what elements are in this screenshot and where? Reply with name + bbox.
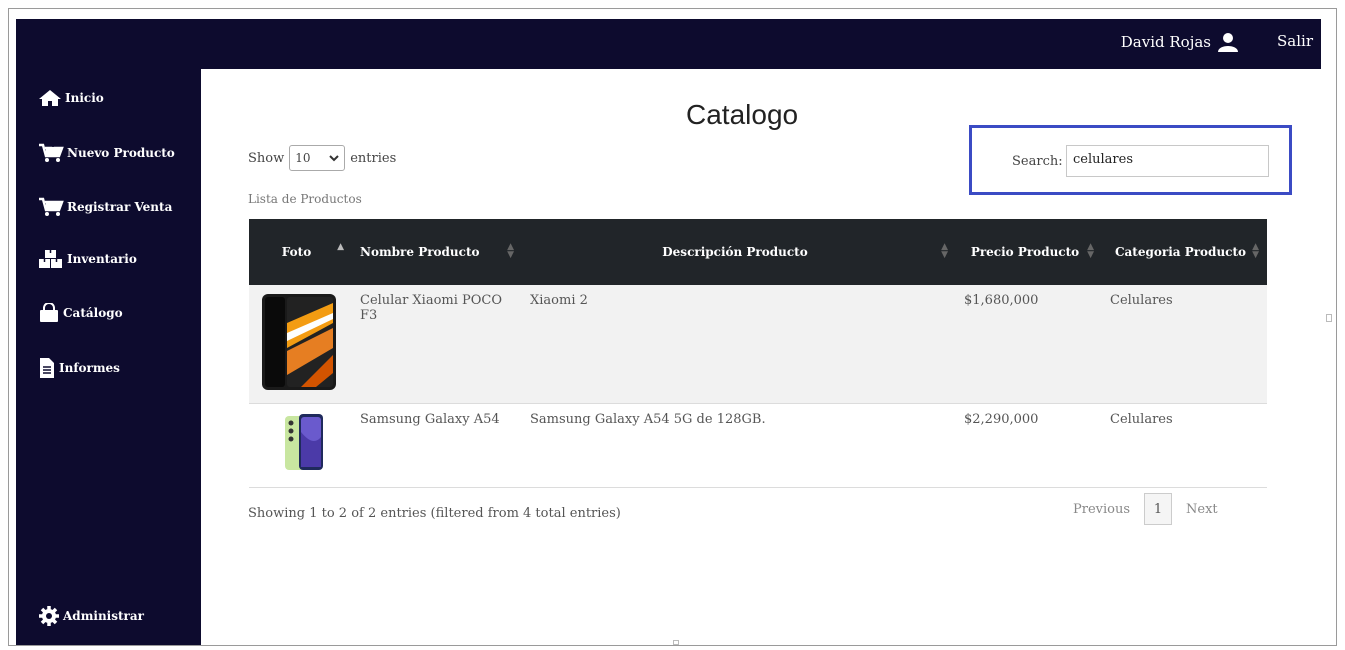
column-header-precio[interactable]: Precio Producto ▲ ▼ xyxy=(956,219,1102,285)
sidebar-item-label: Registrar Venta xyxy=(67,200,173,214)
sidebar-item-informes[interactable]: Informes xyxy=(38,357,120,379)
sidebar-item-label: Inicio xyxy=(65,91,104,105)
file-icon xyxy=(40,358,54,378)
sidebar-item-registrar-venta[interactable]: Registrar Venta xyxy=(38,197,172,217)
sort-icon: ▲ ▼ xyxy=(941,242,948,260)
logout-link[interactable]: Salir xyxy=(1277,32,1313,50)
sidebar-item-label: Informes xyxy=(59,361,120,375)
user-menu[interactable]: David Rojas xyxy=(1121,32,1239,52)
sidebar-item-inventario[interactable]: Inventario xyxy=(38,249,137,269)
main-content: Catalogo Show 10 entries Search: celular… xyxy=(201,69,1321,645)
product-photo-cell xyxy=(249,285,352,404)
product-price: $1,680,000 xyxy=(956,285,1102,404)
entries-label: entries xyxy=(350,150,397,166)
sidebar-item-label: Catálogo xyxy=(63,306,123,320)
sort-icon: ▲ xyxy=(337,242,344,252)
sidebar-item-label: Nuevo Producto xyxy=(67,146,175,160)
page-title: Catalogo xyxy=(686,99,799,130)
product-category: Celulares xyxy=(1102,285,1267,404)
cart-icon xyxy=(39,197,64,216)
product-description: Samsung Galaxy A54 5G de 128GB. xyxy=(530,412,766,427)
chevron-down-icon xyxy=(329,155,339,162)
previous-button[interactable]: Previous xyxy=(1073,502,1130,517)
column-header-descripcion[interactable]: Descripción Producto ▲ ▼ xyxy=(522,219,956,285)
sort-icon: ▲ ▼ xyxy=(507,242,514,260)
sidebar-item-label: Inventario xyxy=(67,252,137,266)
page-button-current[interactable]: 1 xyxy=(1144,493,1173,525)
search-label: Search: xyxy=(1012,154,1063,169)
sidebar-item-inicio[interactable]: Inicio xyxy=(38,89,104,107)
user-icon xyxy=(1218,33,1238,52)
search-input[interactable]: celulares xyxy=(1066,145,1269,177)
cart-add-icon xyxy=(39,143,64,162)
table-row[interactable]: Celular Xiaomi POCO F3 Xiaomi 2 $1,680,0… xyxy=(249,285,1267,404)
sidebar-item-catalogo[interactable]: Catálogo xyxy=(38,303,123,323)
products-table: Foto ▲ Nombre Producto ▲ ▼ Descripción Prod… xyxy=(249,219,1267,488)
column-header-nombre[interactable]: Nombre Producto ▲ ▼ xyxy=(352,219,522,285)
boxes-icon xyxy=(39,250,62,268)
product-image xyxy=(285,414,323,470)
product-category: Celulares xyxy=(1110,412,1173,427)
gear-icon xyxy=(39,606,59,626)
resize-handle[interactable] xyxy=(673,640,679,645)
product-description: Xiaomi 2 xyxy=(522,285,956,404)
product-photo-cell xyxy=(249,404,352,488)
scroll-handle[interactable] xyxy=(1326,314,1332,322)
product-price: $2,290,000 xyxy=(964,412,1039,427)
sidebar-item-administrar[interactable]: Administrar xyxy=(38,605,144,627)
table-info: Showing 1 to 2 of 2 entries (filtered fr… xyxy=(248,506,621,521)
sort-icon: ▲ ▼ xyxy=(1087,242,1094,260)
product-name: Samsung Galaxy A54 xyxy=(360,412,500,427)
sidebar-item-nuevo-producto[interactable]: Nuevo Producto xyxy=(38,143,175,163)
product-name: Celular Xiaomi POCO F3 xyxy=(352,285,522,404)
pagination: Previous 1 Next xyxy=(1073,493,1218,525)
column-header-foto[interactable]: Foto ▲ xyxy=(249,219,352,285)
product-image xyxy=(262,294,336,390)
entries-select-value: 10 xyxy=(295,151,311,165)
sidebar: Inicio Nuevo Producto Registrar Venta In… xyxy=(16,19,201,645)
next-button[interactable]: Next xyxy=(1186,502,1218,517)
entries-length-control: Show 10 entries xyxy=(248,145,396,171)
sidebar-item-label: Administrar xyxy=(63,609,144,623)
shopping-bag-icon xyxy=(40,303,58,322)
sort-icon: ▲ ▼ xyxy=(1252,242,1259,260)
top-bar: David Rojas Salir xyxy=(16,19,1321,69)
column-header-categoria[interactable]: Categoria Producto ▲ ▼ xyxy=(1102,219,1267,285)
search-highlight: Search: celulares xyxy=(969,125,1292,195)
table-caption: Lista de Productos xyxy=(248,192,362,206)
table-row[interactable]: Samsung Galaxy A54 Samsung Galaxy A54 5G… xyxy=(249,404,1267,488)
table-header-row: Foto ▲ Nombre Producto ▲ ▼ Descripción Prod… xyxy=(249,219,1267,285)
user-name: David Rojas xyxy=(1120,33,1211,51)
home-icon xyxy=(39,90,61,106)
entries-select[interactable]: 10 xyxy=(289,145,346,171)
app-frame: Inicio Nuevo Producto Registrar Venta In… xyxy=(8,8,1337,646)
show-label: Show xyxy=(248,150,285,166)
